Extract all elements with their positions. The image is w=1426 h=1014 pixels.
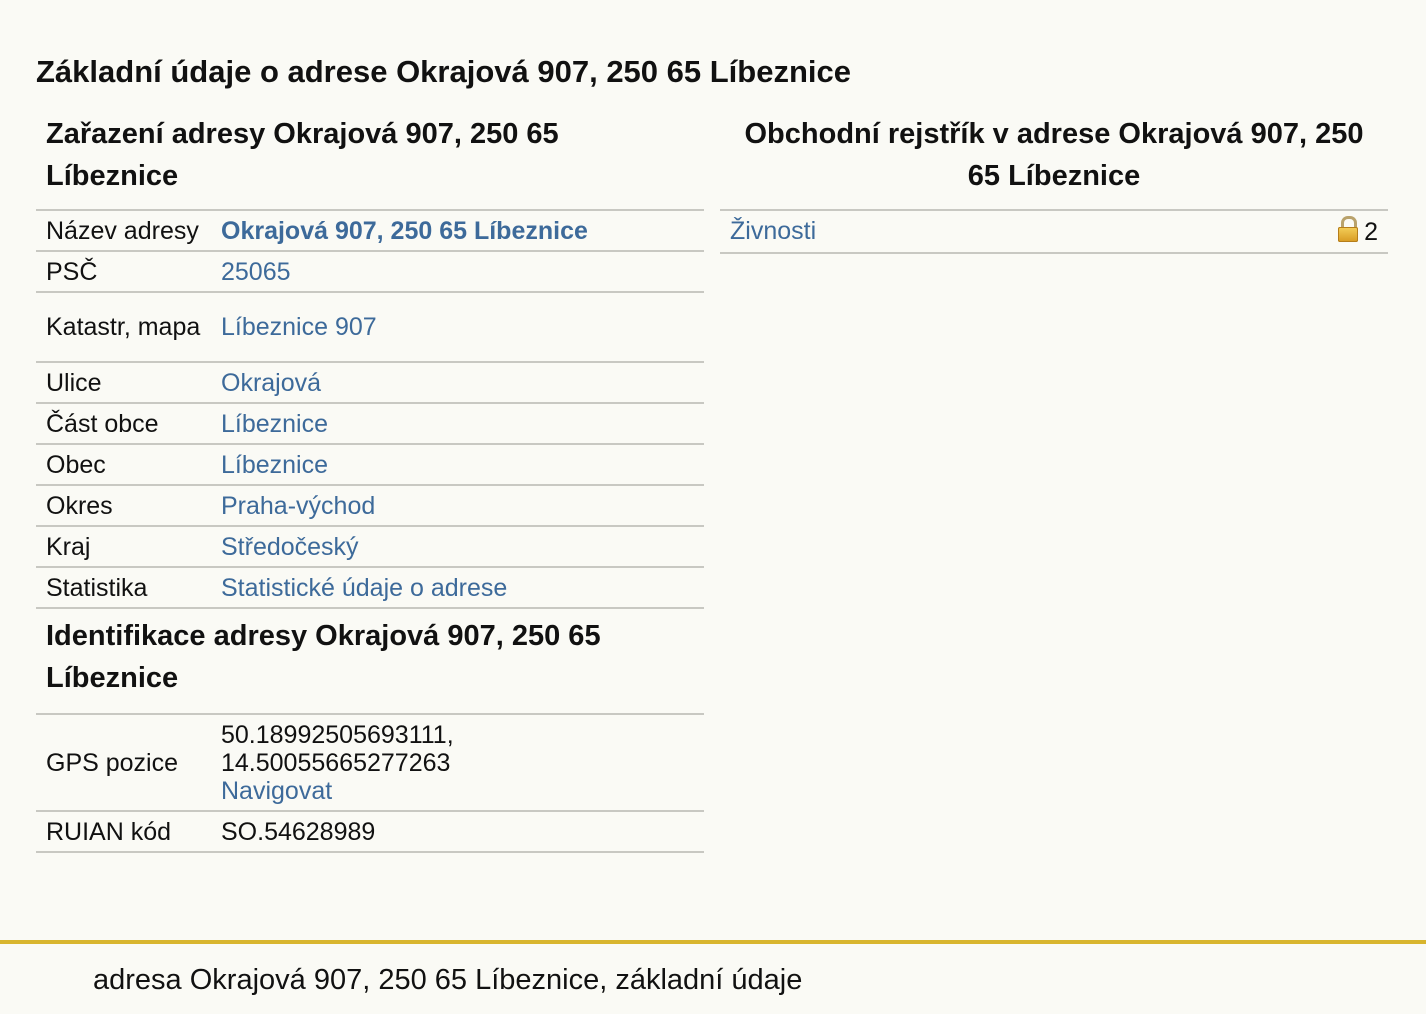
table-row: PSČ 25065 <box>36 250 704 292</box>
statistika-link[interactable]: Statistické údaje o adrese <box>221 574 507 602</box>
okres-link[interactable]: Praha-východ <box>221 492 375 520</box>
row-label: Okres <box>36 484 211 526</box>
row-label: Ulice <box>36 361 211 403</box>
identifikace-table: GPS pozice 50.18992505693111, 14.5005566… <box>36 713 704 853</box>
obec-link[interactable]: Líbeznice <box>221 451 328 479</box>
zarazeni-title: Zařazení adresy Okrajová 907, 250 65 Líb… <box>46 118 559 192</box>
gps-latitude: 50.18992505693111, <box>221 720 454 749</box>
row-label: Název adresy <box>36 209 211 251</box>
table-row: GPS pozice 50.18992505693111, 14.5005566… <box>36 713 704 811</box>
ulice-link[interactable]: Okrajová <box>221 369 321 397</box>
zivnosti-count-cell: 2 <box>1146 209 1388 254</box>
gps-value: 50.18992505693111, 14.50055665277263 Nav… <box>211 713 704 811</box>
row-label: RUIAN kód <box>36 810 211 853</box>
table-row: Kraj Středočeský <box>36 525 704 567</box>
table-row: RUIAN kód SO.54628989 <box>36 810 704 853</box>
ruian-value: SO.54628989 <box>211 810 704 853</box>
table-row: Část obce Líbeznice <box>36 402 704 444</box>
table-row: Statistika Statistické údaje o adrese <box>36 566 704 609</box>
table-row: Obec Líbeznice <box>36 443 704 485</box>
zivnosti-link[interactable]: Živnosti <box>730 217 816 245</box>
table-row: Katastr, mapa Líbeznice 907 <box>36 291 704 362</box>
zivnosti-count: 2 <box>1364 218 1378 246</box>
lock-icon <box>1338 216 1359 242</box>
page-title: Základní údaje o adrese Okrajová 907, 25… <box>36 54 852 89</box>
table-row: Živnosti 2 <box>720 209 1388 254</box>
row-label: Obec <box>36 443 211 485</box>
cast-obce-link[interactable]: Líbeznice <box>221 410 328 438</box>
gps-longitude: 14.50055665277263 <box>221 748 451 777</box>
kraj-link[interactable]: Středočeský <box>221 533 359 561</box>
table-row: Název adresy Okrajová 907, 250 65 Líbezn… <box>36 209 704 251</box>
right-column: Obchodní rejstřík v adrese Okrajová 907,… <box>720 113 1388 254</box>
page: Základní údaje o adrese Okrajová 907, 25… <box>0 0 1426 1014</box>
table-row: Okres Praha-východ <box>36 484 704 526</box>
left-column: Zařazení adresy Okrajová 907, 250 65 Líb… <box>36 113 704 853</box>
navigate-link[interactable]: Navigovat <box>221 777 332 805</box>
psc-link[interactable]: 25065 <box>221 258 291 286</box>
row-label: Část obce <box>36 402 211 444</box>
zarazeni-table: Název adresy Okrajová 907, 250 65 Líbezn… <box>36 209 704 609</box>
rejstrik-title: Obchodní rejstřík v adrese Okrajová 907,… <box>744 118 1364 192</box>
footer-text: adresa Okrajová 907, 250 65 Líbeznice, z… <box>93 964 803 996</box>
identifikace-title: Identifikace adresy Okrajová 907, 250 65… <box>46 620 601 694</box>
address-name-link[interactable]: Okrajová 907, 250 65 Líbeznice <box>221 217 588 245</box>
row-label: Statistika <box>36 566 211 609</box>
row-label: GPS pozice <box>36 713 211 811</box>
row-label: Katastr, mapa <box>36 291 211 362</box>
table-row: Ulice Okrajová <box>36 361 704 403</box>
footer: adresa Okrajová 907, 250 65 Líbeznice, z… <box>0 940 1426 1014</box>
katastr-link[interactable]: Líbeznice 907 <box>221 313 377 341</box>
rejstrik-table: Živnosti 2 <box>720 209 1388 254</box>
row-label: Kraj <box>36 525 211 567</box>
row-label: PSČ <box>36 250 211 292</box>
